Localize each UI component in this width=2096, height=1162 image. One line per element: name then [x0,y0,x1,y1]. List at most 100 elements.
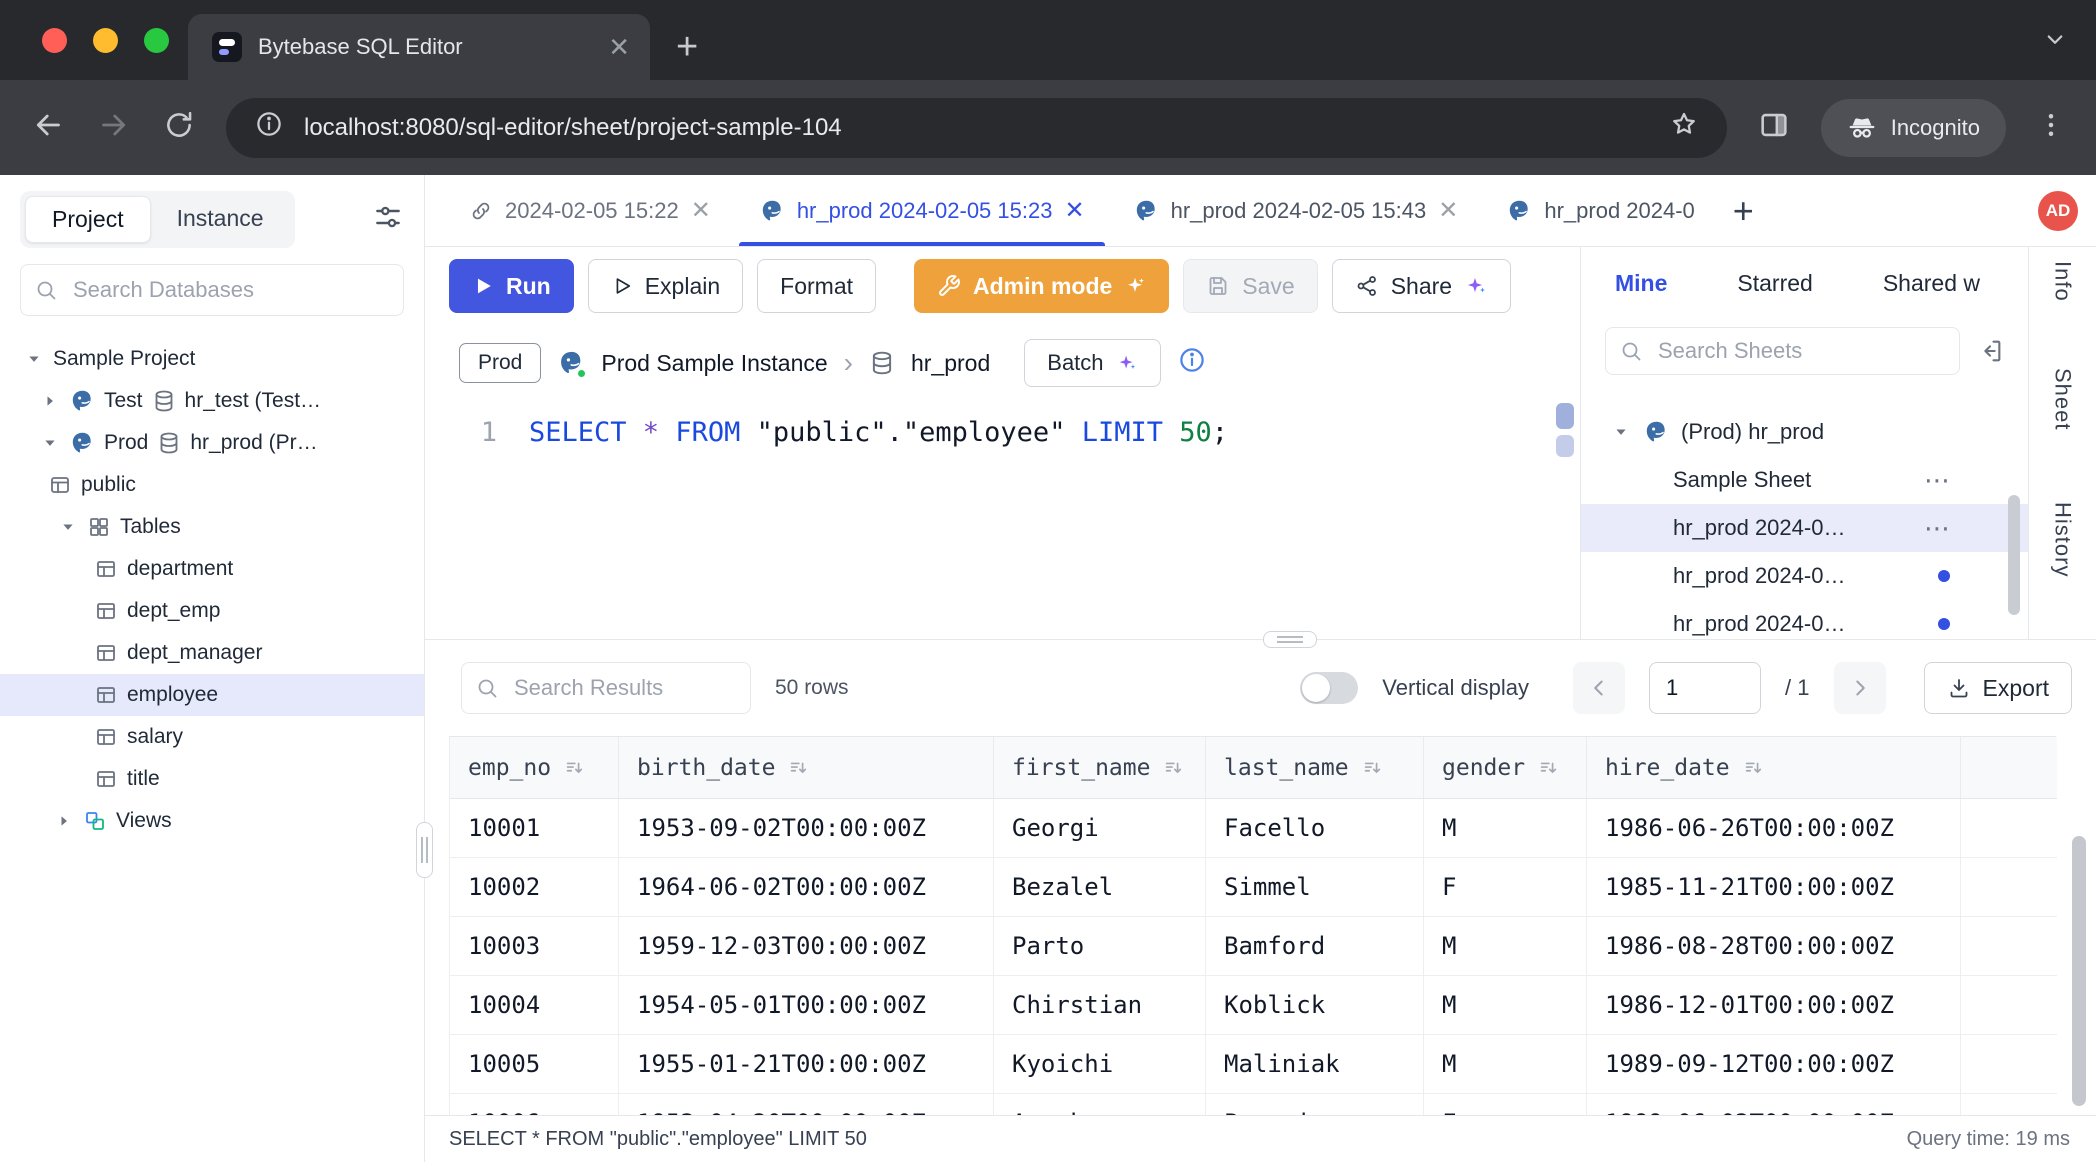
back-icon[interactable] [30,107,66,148]
cell[interactable]: 1985-11-21T00:00:00Z [1587,858,1961,917]
filter-settings-icon[interactable] [372,201,404,238]
tab-close-icon[interactable]: ✕ [608,34,630,60]
sheet-item[interactable]: hr_prod 2024-0… [1581,552,2028,600]
sheet-tab-2-active[interactable]: hr_prod 2024-02-05 15:23 ✕ [735,175,1109,246]
cell[interactable]: 1986-12-01T00:00:00Z [1587,976,1961,1035]
cell[interactable]: Bamford [1206,917,1424,976]
column-header-last_name[interactable]: last_name [1206,737,1424,799]
explain-button[interactable]: Explain [588,259,743,313]
new-sheet-tab-button[interactable]: + [1719,193,1768,229]
site-info-icon[interactable] [254,109,284,146]
cell[interactable]: Simmel [1206,858,1424,917]
tree-item-project[interactable]: Sample Project [0,338,424,380]
sheet-item-selected[interactable]: hr_prod 2024-0… ⋯ [1581,504,2028,552]
bookmark-star-icon[interactable] [1669,109,1699,146]
share-button[interactable]: Share [1332,259,1511,313]
cell[interactable]: Koblick [1206,976,1424,1035]
sidebar-resize-handle[interactable] [416,822,433,878]
cell[interactable]: Preusig [1206,1094,1424,1115]
cell[interactable]: 1986-06-26T00:00:00Z [1587,799,1961,858]
close-icon[interactable]: ✕ [691,199,711,223]
cell[interactable]: Parto [994,917,1206,976]
format-button[interactable]: Format [757,259,876,313]
sheet-tab-3[interactable]: hr_prod 2024-02-05 15:43 ✕ [1109,175,1483,246]
sheet-tab-4[interactable]: hr_prod 2024-0 [1482,175,1718,246]
tree-item-table-department[interactable]: department [0,548,424,590]
sheet-group-row[interactable]: (Prod) hr_prod [1581,408,2028,456]
cell[interactable]: 1986-08-28T00:00:00Z [1587,917,1961,976]
close-icon[interactable]: ✕ [1064,199,1084,223]
sheet-item[interactable]: Sample Sheet ⋯ [1581,456,2028,504]
cell[interactable]: M [1424,1035,1587,1094]
reload-icon[interactable] [162,108,196,147]
column-header-emp_no[interactable]: emp_no [450,737,619,799]
sheet-tab-1[interactable]: 2024-02-05 15:22 ✕ [445,175,735,246]
cell[interactable]: 10002 [450,858,619,917]
window-close-button[interactable] [42,28,67,53]
run-button[interactable]: Run [449,259,574,313]
cell[interactable]: F [1424,1094,1587,1115]
column-header-gender[interactable]: gender [1424,737,1587,799]
rail-tab-info[interactable]: Info [2050,261,2076,302]
tab-starred[interactable]: Starred [1737,270,1812,297]
cell[interactable]: 1953-04-20T00:00:00Z [619,1094,994,1115]
admin-mode-button[interactable]: Admin mode [914,259,1169,313]
results-resize-handle[interactable] [1263,631,1317,648]
cell[interactable]: M [1424,976,1587,1035]
cell[interactable]: 1989-06-02T00:00:00Z [1587,1094,1961,1115]
cell[interactable]: 1964-06-02T00:00:00Z [619,858,994,917]
instance-name[interactable]: Prod Sample Instance [601,350,827,377]
results-search-input[interactable] [461,662,751,714]
database-search-input[interactable] [20,264,404,316]
tree-item-table-title[interactable]: title [0,758,424,800]
cell[interactable]: 10006 [450,1094,619,1115]
tree-item-table-employee[interactable]: employee [0,674,424,716]
cell[interactable]: Kyoichi [994,1035,1206,1094]
column-header-first_name[interactable]: first_name [994,737,1206,799]
save-button[interactable]: Save [1183,259,1317,313]
cell[interactable]: 10004 [450,976,619,1035]
side-panel-icon[interactable] [1757,108,1791,147]
window-zoom-button[interactable] [144,28,169,53]
tree-item-env-test[interactable]: Test hr_test (Test… [0,380,424,422]
cell[interactable]: M [1424,799,1587,858]
forward-icon[interactable] [96,107,132,148]
editor-scrollbar[interactable] [1556,403,1574,457]
cell[interactable]: 10001 [450,799,619,858]
rail-tab-history[interactable]: History [2050,502,2076,577]
tree-item-schema-public[interactable]: public [0,464,424,506]
cell[interactable]: Georgi [994,799,1206,858]
results-scrollbar[interactable] [2072,836,2086,1106]
next-page-button[interactable] [1834,662,1886,714]
connection-info-icon[interactable] [1177,345,1207,381]
browser-menu-icon[interactable] [2036,110,2066,145]
tab-shared[interactable]: Shared w [1883,270,1980,297]
batch-button[interactable]: Batch [1024,339,1160,387]
tree-item-table-dept_emp[interactable]: dept_emp [0,590,424,632]
more-actions-icon[interactable]: ⋯ [1924,467,1950,493]
url-bar[interactable]: localhost:8080/sql-editor/sheet/project-… [226,98,1727,158]
new-tab-button[interactable]: + [676,28,698,66]
page-number-input[interactable] [1649,662,1761,714]
cell[interactable]: Chirstian [994,976,1206,1035]
cell[interactable]: M [1424,917,1587,976]
environment-chip[interactable]: Prod [459,343,541,383]
tree-item-views-group[interactable]: Views [0,800,424,842]
tree-item-table-dept_manager[interactable]: dept_manager [0,632,424,674]
sheet-search-input[interactable] [1605,327,1960,375]
tab-instance[interactable]: Instance [151,196,290,243]
browser-tab[interactable]: Bytebase SQL Editor ✕ [188,14,650,80]
tab-project[interactable]: Project [25,196,151,243]
cell[interactable]: 1959-12-03T00:00:00Z [619,917,994,976]
tree-item-env-prod[interactable]: Prod hr_prod (Pr… [0,422,424,464]
cell[interactable]: 1989-09-12T00:00:00Z [1587,1035,1961,1094]
window-minimize-button[interactable] [93,28,118,53]
database-name[interactable]: hr_prod [911,350,990,377]
tab-search-chevron-icon[interactable] [2040,24,2070,59]
cell[interactable]: 1953-09-02T00:00:00Z [619,799,994,858]
cell[interactable]: Facello [1206,799,1424,858]
cell[interactable]: F [1424,858,1587,917]
user-avatar[interactable]: AD [2038,191,2078,231]
sql-editor[interactable]: 1 SELECT * FROM "public"."employee" LIMI… [425,401,1580,639]
collapse-panel-icon[interactable] [1976,337,2004,365]
